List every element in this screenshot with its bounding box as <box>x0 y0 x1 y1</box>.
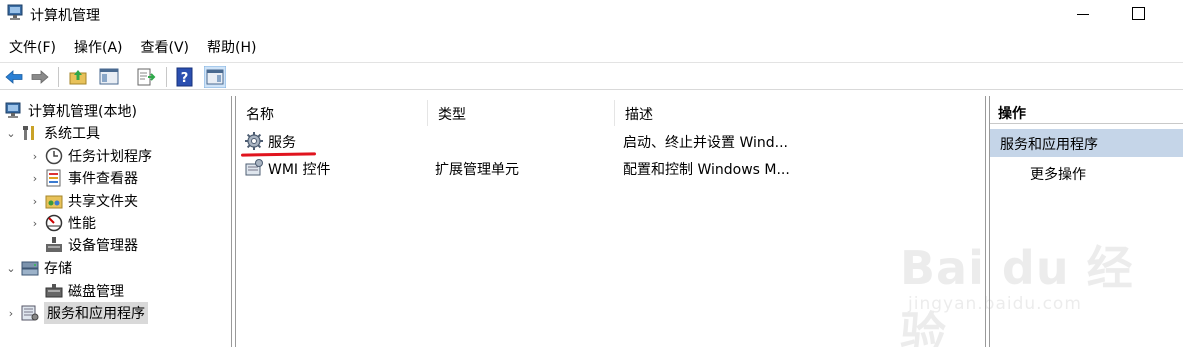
menu-help[interactable]: 帮助(H) <box>198 33 265 59</box>
tree-item-label: 事件查看器 <box>68 171 138 187</box>
result-list: 名称 类型 描述 服务 启动、终止并设置 Wind... WMI 控件 扩展管理… <box>235 96 986 347</box>
toolbar: ? <box>0 62 1183 90</box>
column-header-name[interactable]: 名称 <box>236 100 428 126</box>
storage-icon <box>21 261 39 276</box>
clock-icon <box>45 147 63 165</box>
chevron-right-icon[interactable]: › <box>28 195 42 208</box>
performance-icon <box>45 214 63 232</box>
chevron-right-icon[interactable]: › <box>4 307 18 320</box>
tree-item-label: 服务和应用程序 <box>44 302 148 324</box>
list-item-name: 服务 <box>268 135 296 151</box>
tree-item-storage[interactable]: ⌄ 存储 <box>4 257 72 279</box>
tree-item-label: 任务计划程序 <box>68 149 152 165</box>
tree-item-shared-folders[interactable]: › 共享文件夹 <box>28 190 138 212</box>
show-hide-action-pane-icon[interactable] <box>204 66 226 88</box>
show-hide-console-tree-icon[interactable] <box>98 66 120 88</box>
actions-section-services-apps[interactable]: 服务和应用程序 <box>990 129 1183 157</box>
device-manager-icon <box>46 237 62 252</box>
column-header-description[interactable]: 描述 <box>615 100 985 126</box>
computer-management-icon <box>5 102 21 118</box>
forward-arrow-icon[interactable] <box>29 66 51 88</box>
menu-view[interactable]: 查看(V) <box>132 33 199 59</box>
tree-item-device-manager[interactable]: 设备管理器 <box>42 234 138 256</box>
maximize-button[interactable] <box>1127 2 1149 24</box>
watermark-url: jingyan.baidu.com <box>908 294 1082 314</box>
window-title: 计算机管理 <box>30 8 100 24</box>
back-arrow-icon[interactable] <box>3 66 25 88</box>
tree-item-label: 性能 <box>68 216 96 232</box>
list-item[interactable]: 服务 启动、终止并设置 Wind... <box>236 129 985 153</box>
menu-file[interactable]: 文件(F) <box>0 33 65 59</box>
tree-item-root[interactable]: 计算机管理(本地) <box>4 100 137 122</box>
help-icon[interactable]: ? <box>174 66 196 88</box>
list-item[interactable]: WMI 控件 扩展管理单元 配置和控制 Windows M... <box>236 156 985 180</box>
tree-item-system-tools[interactable]: ⌄ 系统工具 <box>4 122 100 144</box>
list-item-description: 配置和控制 Windows M... <box>623 162 790 178</box>
column-header-type[interactable]: 类型 <box>428 100 615 126</box>
chevron-right-icon[interactable]: › <box>28 172 42 185</box>
tree-item-label: 磁盘管理 <box>68 284 124 300</box>
export-list-icon[interactable] <box>135 66 157 88</box>
tree-item-label: 共享文件夹 <box>68 194 138 210</box>
toolbar-separator <box>58 67 59 87</box>
tree-item-label: 计算机管理(本地) <box>28 104 137 120</box>
tree-item-task-scheduler[interactable]: › 任务计划程序 <box>28 145 152 167</box>
event-viewer-icon <box>46 169 61 187</box>
services-gear-icon <box>245 132 263 150</box>
list-item-description: 启动、终止并设置 Wind... <box>623 135 788 151</box>
menu-bar: 文件(F) 操作(A) 查看(V) 帮助(H) <box>0 33 265 59</box>
list-item-name: WMI 控件 <box>268 162 331 178</box>
minimize-button[interactable] <box>1072 2 1094 24</box>
chevron-down-icon[interactable]: ⌄ <box>4 262 18 275</box>
tree-item-disk-management[interactable]: 磁盘管理 <box>42 280 124 302</box>
wmi-control-icon <box>245 159 263 176</box>
up-folder-icon[interactable] <box>67 66 89 88</box>
baidu-watermark: Bai du 经验 jingyan.baidu.com <box>900 232 1140 347</box>
tree-item-services-apps[interactable]: › 服务和应用程序 <box>4 302 148 324</box>
tree-item-performance[interactable]: › 性能 <box>28 212 96 234</box>
actions-header: 操作 <box>990 98 1183 124</box>
tree-item-label: 存储 <box>44 261 72 277</box>
menu-action[interactable]: 操作(A) <box>65 33 132 59</box>
shared-folder-icon <box>45 195 63 209</box>
watermark-brand: Bai du 经验 <box>900 241 1134 347</box>
console-tree: 计算机管理(本地) ⌄ 系统工具 › 任务计划程序 › 事件查看器 › 共享文件… <box>0 96 232 347</box>
disk-management-icon <box>45 284 63 298</box>
more-actions-link[interactable]: 更多操作 <box>1030 164 1086 184</box>
list-item-type: 扩展管理单元 <box>435 162 519 178</box>
tree-item-label: 设备管理器 <box>68 238 138 254</box>
tree-item-label: 系统工具 <box>44 126 100 142</box>
chevron-right-icon[interactable]: › <box>28 217 42 230</box>
svg-text:?: ? <box>181 71 189 86</box>
title-bar: 计算机管理 <box>0 0 1183 30</box>
chevron-down-icon[interactable]: ⌄ <box>4 127 18 140</box>
tools-icon <box>23 126 34 140</box>
services-applications-icon <box>21 305 39 321</box>
tree-item-event-viewer[interactable]: › 事件查看器 <box>28 167 138 189</box>
chevron-right-icon[interactable]: › <box>28 150 42 163</box>
computer-management-icon <box>7 4 23 20</box>
toolbar-separator <box>166 67 167 87</box>
